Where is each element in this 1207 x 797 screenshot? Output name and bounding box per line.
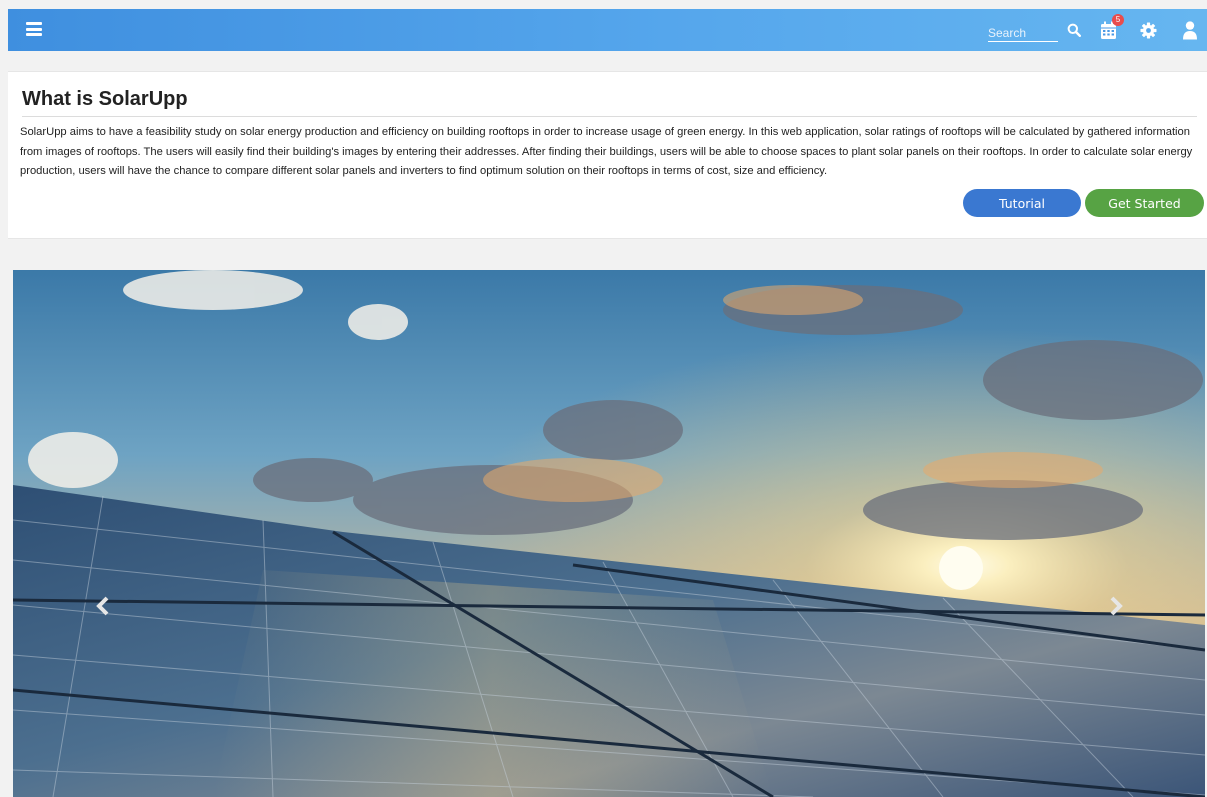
intro-description: SolarUpp aims to have a feasibility stud… bbox=[20, 126, 1193, 177]
get-started-button[interactable]: Get Started bbox=[1085, 189, 1204, 217]
menu-icon[interactable] bbox=[26, 22, 42, 36]
search-icon[interactable] bbox=[1067, 23, 1081, 37]
search-box bbox=[988, 20, 1058, 42]
top-navbar: 5 bbox=[8, 9, 1207, 51]
user-icon[interactable] bbox=[1182, 21, 1198, 40]
solar-panels-sunset-image bbox=[13, 270, 1205, 797]
notification-badge: 5 bbox=[1112, 14, 1124, 26]
page: 5 What is SolarUpp SolarUpp aims to have… bbox=[0, 0, 1207, 797]
hero-carousel bbox=[13, 270, 1205, 797]
search-input[interactable] bbox=[988, 20, 1058, 41]
page-title: What is SolarUpp bbox=[22, 88, 1197, 117]
tutorial-button[interactable]: Tutorial bbox=[963, 189, 1081, 217]
chevron-right-icon[interactable] bbox=[1108, 596, 1124, 616]
chevron-left-icon[interactable] bbox=[95, 596, 111, 616]
intro-card: What is SolarUpp SolarUpp aims to have a… bbox=[8, 71, 1207, 239]
gear-icon[interactable] bbox=[1140, 22, 1157, 39]
